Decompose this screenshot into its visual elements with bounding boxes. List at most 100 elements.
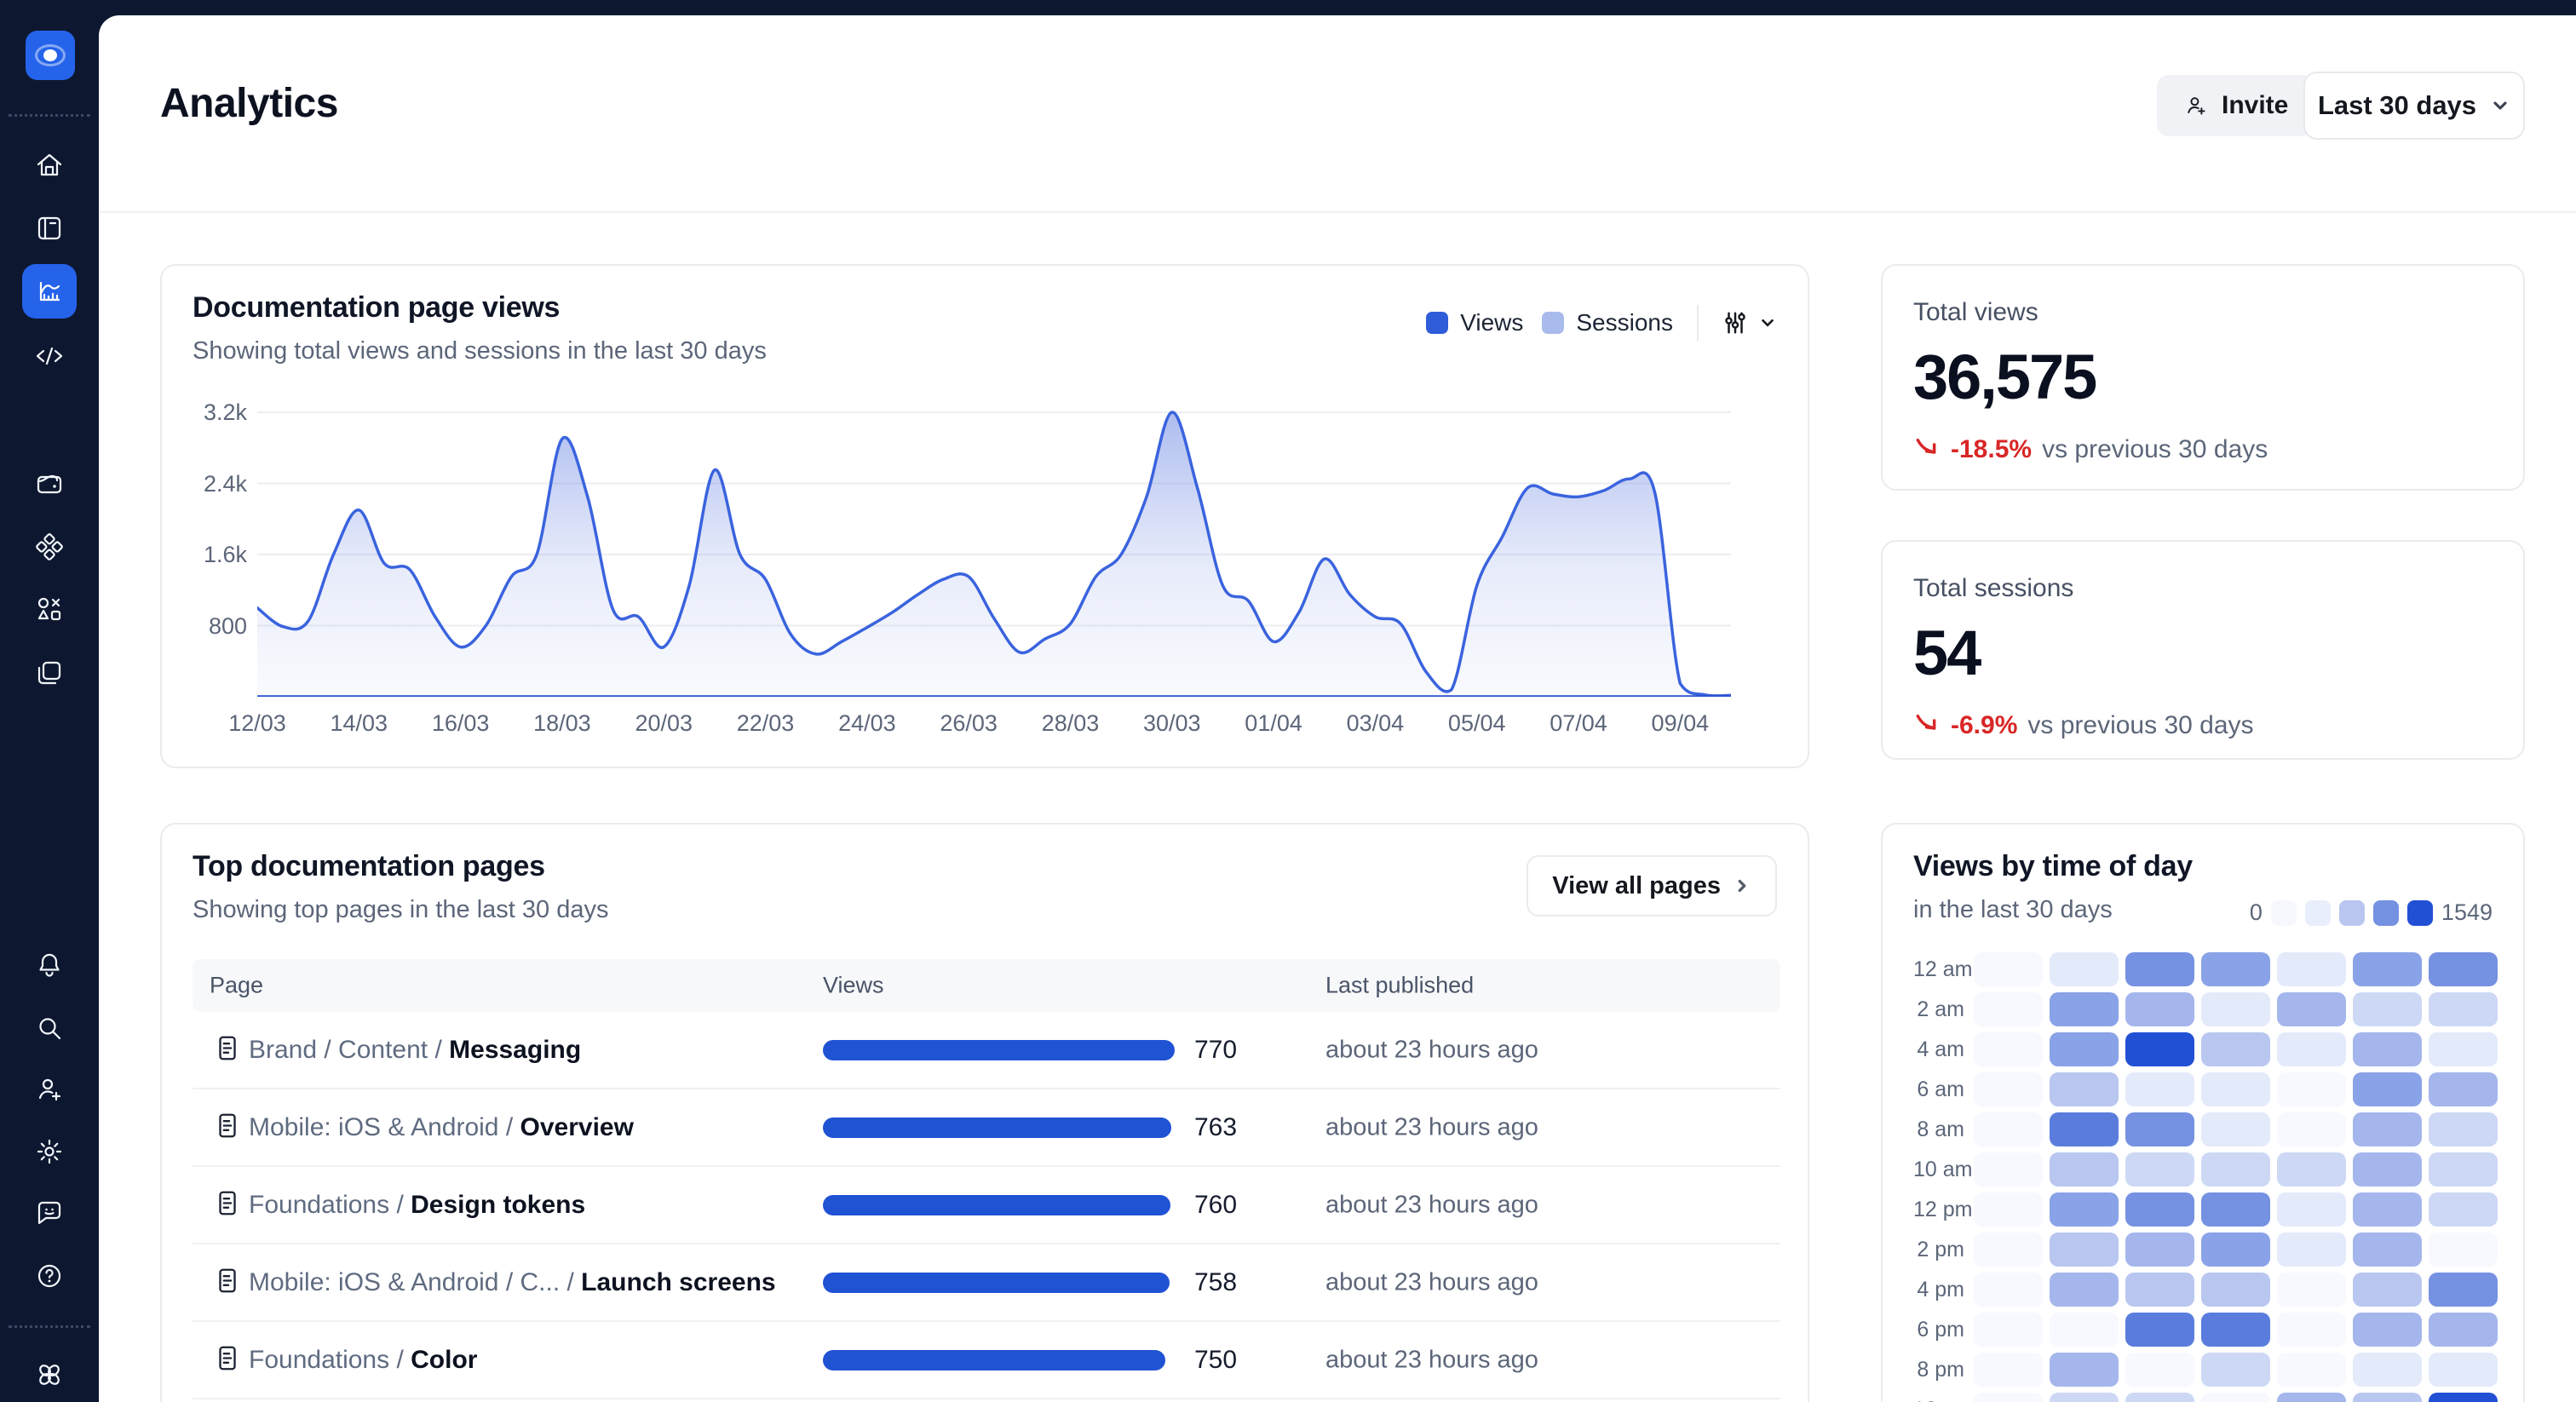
heatmap-cell <box>2353 1353 2422 1387</box>
page-breadcrumb[interactable]: Brand / Content / Messaging <box>249 1036 581 1065</box>
legend-item-sessions[interactable]: Sessions <box>1542 309 1673 336</box>
sessions-swatch <box>1542 312 1565 334</box>
stat-delta-row: -6.9% vs previous 30 days <box>1913 709 2254 743</box>
sidebar-item-search[interactable] <box>31 1009 68 1047</box>
sidebar-item-feedback[interactable] <box>31 1194 68 1232</box>
sidebar-item-wallet[interactable] <box>31 465 68 503</box>
heatmap-row: 12 am <box>1913 952 2498 986</box>
heatmap-cell <box>1974 1032 2043 1066</box>
table-row[interactable]: Mobile: iOS & Android / Overview 763 about… <box>193 1089 1780 1167</box>
workspace-logo[interactable] <box>26 31 75 80</box>
views-bar <box>823 1117 1189 1138</box>
heatmap-cell <box>2353 1152 2422 1187</box>
sidebar-item-analytics[interactable] <box>22 264 77 319</box>
heatmap-cell <box>2353 992 2422 1026</box>
logo-dot-icon <box>35 44 66 66</box>
table-row[interactable]: Brand / Content / Messaging 770 about 23 h… <box>193 1012 1780 1089</box>
heatmap-row-label: 12 am <box>1913 957 1973 981</box>
sidebar-item-invite[interactable] <box>31 1071 68 1108</box>
view-all-pages-button[interactable]: View all pages <box>1527 855 1777 916</box>
sidebar-item-notifications[interactable] <box>31 946 68 984</box>
heatmap-row: 8 am <box>1913 1112 2498 1146</box>
heatmap-cell <box>2201 1393 2270 1402</box>
heatmap-cell <box>2429 1112 2498 1146</box>
table-row[interactable]: Foundations / Color 750 about 23 hours ago <box>193 1322 1780 1399</box>
delta-compare: vs previous 30 days <box>2027 711 2254 739</box>
heatmap-cell <box>2429 1152 2498 1187</box>
legend-item-views[interactable]: Views <box>1426 309 1523 336</box>
y-axis-tick: 2.4k <box>203 470 247 497</box>
heatmap-cell <box>2125 1192 2194 1227</box>
y-axis-tick: 1.6k <box>203 542 247 567</box>
chevron-right-icon <box>1738 879 1746 893</box>
heatmap-cell <box>2201 992 2270 1026</box>
heatmap-legend-swatch <box>2270 899 2297 926</box>
heatmap-cell <box>2277 1273 2346 1307</box>
shapes-icon <box>37 597 61 621</box>
sidebar-item-product-logo[interactable] <box>31 1356 68 1393</box>
heatmap-cell <box>2429 1353 2498 1387</box>
column-header-views: Views <box>823 972 884 998</box>
search-icon <box>39 1018 61 1040</box>
heatmap-cell <box>1974 1313 2043 1347</box>
heatmap-cell <box>2050 1152 2119 1187</box>
heatmap-cell <box>2201 1072 2270 1106</box>
page-breadcrumb[interactable]: Foundations / Design tokens <box>249 1191 585 1220</box>
heatmap-cell <box>2277 1192 2346 1227</box>
table-subtitle: Showing top pages in the last 30 days <box>193 896 609 923</box>
sidebar-item-pages[interactable] <box>31 654 68 692</box>
heatmap-cell <box>2429 952 2498 986</box>
views-bar <box>823 1039 1189 1060</box>
y-axis-tick: 800 <box>208 612 247 639</box>
heatmap-cell <box>2429 992 2498 1026</box>
documentation-page-views-card: Documentation page views Showing total v… <box>160 264 1809 768</box>
sidebar-item-docs[interactable] <box>31 210 68 247</box>
heatmap-row: 2 am <box>1913 992 2498 1026</box>
stat-label: Total sessions <box>1913 574 2074 602</box>
views-value: 763 <box>1194 1112 1238 1141</box>
heatmap-legend-swatch <box>2338 899 2365 926</box>
top-documentation-pages-card: Top documentation pages Showing top page… <box>160 823 1809 1402</box>
page-breadcrumb[interactable]: Foundations / Color <box>249 1346 477 1375</box>
sidebar-item-settings[interactable] <box>31 1133 68 1170</box>
delta-compare: vs previous 30 days <box>2042 435 2268 463</box>
page-breadcrumb[interactable]: Mobile: iOS & Android / C... / Launch sc… <box>249 1268 776 1297</box>
table-row[interactable]: Mobile: iOS & Android / C... / Launch sc… <box>193 1244 1780 1322</box>
heatmap-subtitle: in the last 30 days <box>1913 896 2113 923</box>
heatmap-row: 4 am <box>1913 1032 2498 1066</box>
heatmap-cell <box>2277 1032 2346 1066</box>
sidebar-item-api[interactable] <box>31 337 68 375</box>
main-panel: Analytics Invite Last 30 days Documentat… <box>99 15 2576 1402</box>
date-range-dropdown[interactable]: Last 30 days <box>2303 72 2525 140</box>
heatmap-cell <box>2277 1112 2346 1146</box>
x-axis-tick: 12/03 <box>228 710 286 736</box>
heatmap-cell <box>1974 1353 2043 1387</box>
heatmap-row-label: 10 pm <box>1913 1398 1972 1402</box>
sidebar-item-integrations[interactable] <box>31 528 68 566</box>
heatmap-row-label: 6 pm <box>1917 1317 1964 1342</box>
x-axis-tick: 01/04 <box>1245 710 1302 736</box>
chart-options-control[interactable] <box>1722 310 1777 336</box>
flower-logo-icon <box>39 1365 60 1385</box>
invite-button[interactable]: Invite <box>2157 75 2314 136</box>
x-axis-tick: 14/03 <box>330 710 388 736</box>
heatmap-row: 8 pm <box>1913 1353 2498 1387</box>
heatmap-row: 10 am <box>1913 1152 2498 1187</box>
heatmap-cell <box>2353 1192 2422 1227</box>
table-row[interactable]: Foundations / Design tokens 760 about 23 h… <box>193 1167 1780 1244</box>
heatmap-cell <box>1974 1273 2043 1307</box>
sidebar-item-components[interactable] <box>31 591 68 629</box>
x-axis-tick: 07/04 <box>1550 710 1607 736</box>
heatmap-cell <box>2277 992 2346 1026</box>
heatmap-cell <box>2125 952 2194 986</box>
heatmap-row: 4 pm <box>1913 1273 2498 1307</box>
heatmap-row-label: 4 am <box>1917 1037 1964 1061</box>
heatmap-title: Views by time of day <box>1913 850 2193 882</box>
heatmap-cell <box>2353 1032 2422 1066</box>
sidebar-item-home[interactable] <box>31 147 68 184</box>
page-breadcrumb[interactable]: Mobile: iOS & Android / Overview <box>249 1113 634 1142</box>
sidebar-item-help[interactable] <box>31 1257 68 1295</box>
heatmap-cell <box>2125 1072 2194 1106</box>
views-bar <box>823 1272 1189 1293</box>
page-title: Analytics <box>160 81 338 126</box>
